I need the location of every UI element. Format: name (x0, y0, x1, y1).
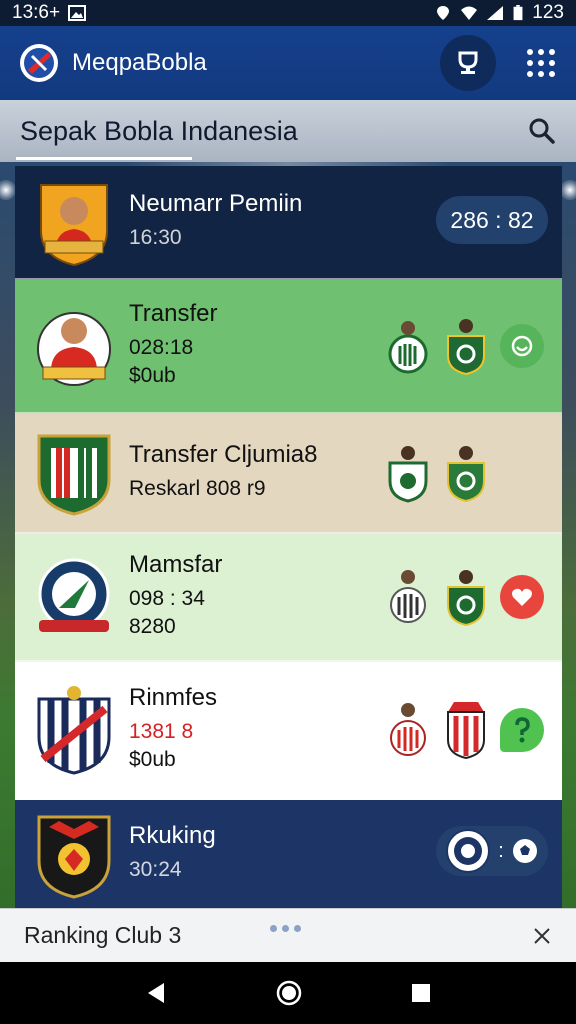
club-crest-icon (447, 702, 485, 760)
stadium-light (0, 180, 16, 200)
heart-icon (512, 588, 532, 606)
search-icon[interactable] (528, 117, 556, 145)
trophy-icon (458, 51, 478, 74)
back-icon[interactable] (144, 981, 168, 1005)
image-notification-icon (68, 5, 87, 21)
club-name: Rinmfes (129, 684, 218, 711)
club-score: 1381 8 (129, 720, 194, 743)
tab-indicator (16, 157, 192, 160)
list-item[interactable]: Transfer Cljumia8 Reskarl 808 r9 (15, 414, 562, 534)
favorite-button[interactable] (500, 575, 544, 619)
list-item[interactable]: Transfer 028:18 $0ub (15, 280, 562, 414)
match-time: 098 : 34 (129, 587, 205, 610)
club-crest-icon (447, 446, 485, 503)
club-crest-icon (447, 319, 485, 376)
section-header: Sepak Bobla Indanesia (0, 100, 576, 162)
refresh-button[interactable] (500, 324, 544, 368)
bottom-sheet[interactable]: Ranking Club 3 (0, 908, 576, 962)
player-name: Transfer (129, 300, 218, 327)
ball-logo-icon (24, 48, 54, 78)
stadium-light (560, 180, 576, 200)
more-dots-icon[interactable] (270, 925, 301, 932)
refresh-icon (511, 335, 533, 357)
status-bar: 13:6+ 123 (0, 0, 576, 26)
player-badge-icon (40, 184, 108, 267)
club-crest-icon (37, 686, 111, 775)
club-stats: 8280 (129, 615, 176, 638)
club-badge-pill[interactable]: : (436, 826, 548, 876)
club-crest-icon (388, 321, 428, 374)
player-badge-icon (37, 312, 111, 386)
list-item[interactable]: Rinmfes 1381 8 $0ub (15, 662, 562, 800)
club-crest-icon (37, 815, 111, 899)
status-time: 13:6+ (12, 2, 61, 23)
apps-grid-button[interactable] (526, 48, 556, 78)
app-title: MeqpaBobla (72, 49, 207, 76)
club-crests (388, 567, 486, 627)
club-label: $0ub (129, 748, 176, 771)
club-crest-icon (37, 434, 111, 516)
wifi-icon (461, 6, 478, 20)
club-name: Mamsfar (129, 551, 223, 578)
app-logo[interactable] (20, 44, 58, 82)
system-nav-bar (0, 962, 576, 1024)
list-item[interactable]: Mamsfar 098 : 34 8280 (15, 534, 562, 662)
club-crests (388, 700, 486, 760)
list-item[interactable]: Rkuking 30:24 : (15, 800, 562, 910)
match-time: 028:18 (129, 336, 194, 359)
close-icon[interactable] (532, 926, 552, 946)
trophy-button[interactable] (440, 35, 496, 91)
location-icon (437, 6, 450, 20)
battery-icon (513, 5, 523, 21)
club-crests (388, 443, 486, 503)
club-label: $0ub (129, 364, 176, 387)
signal-icon (487, 6, 504, 20)
club-name: Transfer Cljumia8 (129, 441, 318, 468)
club-crests (388, 316, 486, 376)
club-stats: Reskarl 808 r9 (129, 477, 266, 500)
score-badge[interactable]: 286 : 82 (436, 196, 548, 244)
app-bar: MeqpaBobla (0, 26, 576, 100)
club-crest-icon (390, 570, 426, 623)
list-item[interactable]: Neumarr Pemiin 16:30 286 : 82 (15, 166, 562, 280)
help-button[interactable] (500, 708, 544, 752)
football-icon (512, 839, 537, 863)
club-crest-icon (38, 558, 110, 632)
home-icon[interactable] (276, 980, 302, 1006)
question-icon (515, 717, 530, 743)
club-crest-icon (390, 703, 426, 756)
battery-level: 123 (532, 2, 564, 23)
section-title[interactable]: Sepak Bobla Indanesia (20, 116, 528, 147)
club-crest-icon (446, 829, 491, 873)
player-list: Neumarr Pemiin 16:30 286 : 82 Transfer 0… (15, 166, 562, 910)
recents-icon[interactable] (410, 982, 432, 1004)
club-crest-icon (388, 446, 428, 503)
club-crest-icon (447, 570, 485, 627)
